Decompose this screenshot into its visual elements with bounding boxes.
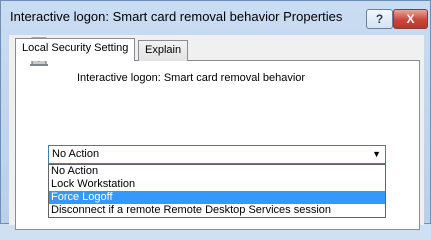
selected-value: No Action bbox=[52, 148, 100, 160]
help-button[interactable]: ? bbox=[366, 9, 393, 29]
tab-explain[interactable]: Explain bbox=[138, 40, 189, 61]
close-button[interactable]: X bbox=[393, 9, 428, 29]
option-force-logoff[interactable]: Force Logoff bbox=[49, 191, 385, 204]
option-no-action[interactable]: No Action bbox=[49, 165, 385, 178]
option-disconnect-remote-session[interactable]: Disconnect if a remote Remote Desktop Se… bbox=[49, 204, 385, 217]
window-title: Interactive logon: Smart card removal be… bbox=[10, 9, 343, 24]
dropdown-list: No Action Lock Workstation Force Logoff … bbox=[48, 164, 386, 218]
option-lock-workstation[interactable]: Lock Workstation bbox=[49, 178, 385, 191]
properties-dialog: Interactive logon: Smart card removal be… bbox=[0, 0, 431, 230]
tab-local-security-setting[interactable]: Local Security Setting bbox=[15, 38, 136, 61]
policy-name-label: Interactive logon: Smart card removal be… bbox=[77, 72, 306, 84]
chevron-down-icon[interactable]: ▼ bbox=[372, 149, 381, 159]
removal-behavior-select[interactable]: No Action ▼ bbox=[48, 145, 386, 164]
